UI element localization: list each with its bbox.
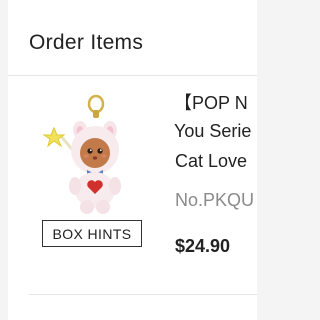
plush-doll-keychain-icon (42, 94, 121, 214)
item-price: $24.90 (175, 236, 231, 256)
item-sku: No.PKQU (175, 190, 255, 210)
item-divider (29, 294, 257, 295)
page-frame: Order Items BOX HINTS 【POP N You Serie C… (0, 0, 257, 320)
box-hints-button[interactable]: BOX HINTS (42, 220, 142, 247)
order-items-title: Order Items (29, 31, 144, 54)
product-image[interactable] (38, 90, 128, 220)
order-items-card: Order Items BOX HINTS 【POP N You Serie C… (8, 0, 257, 320)
item-name-line-2: You Serie (174, 121, 252, 141)
title-divider (8, 75, 257, 76)
item-variant: Cat Love (175, 151, 248, 171)
item-name-line-1: 【POP N (174, 93, 248, 113)
item-name[interactable]: 【POP N You Serie (174, 89, 251, 145)
